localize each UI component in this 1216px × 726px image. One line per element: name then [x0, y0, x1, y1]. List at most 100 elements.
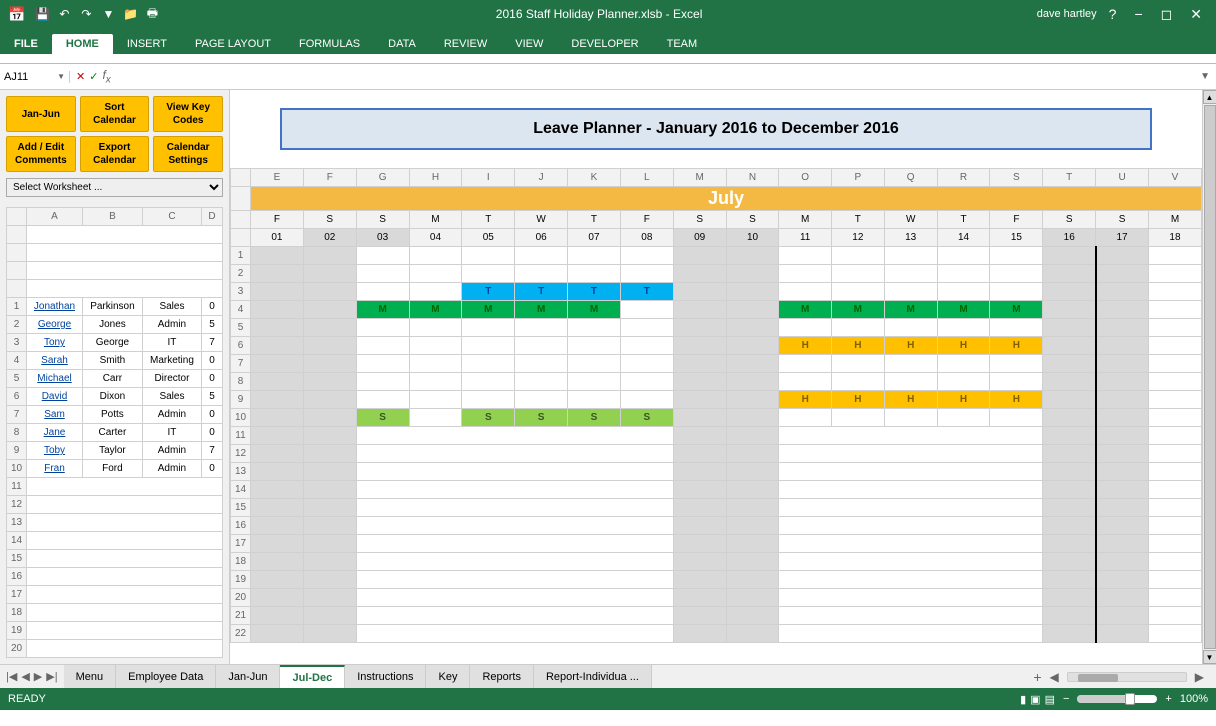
h-scrollbar-thumb[interactable]: [1078, 674, 1118, 682]
sheet-tab-reports[interactable]: Reports: [470, 665, 534, 688]
restore-button[interactable]: ◻: [1155, 4, 1179, 25]
insert-function-icon[interactable]: fx: [102, 68, 110, 85]
sheet-tabs-bar: |◀ ◀ ▶ ▶| Menu Employee Data Jan-Jun Jul…: [0, 664, 1216, 688]
ribbon-tabs: FILE HOME INSERT PAGE LAYOUT FORMULAS DA…: [0, 28, 1216, 54]
scroll-thumb[interactable]: [1204, 105, 1216, 649]
sheet-tab-key[interactable]: Key: [426, 665, 470, 688]
vertical-scrollbar[interactable]: ▲ ▼: [1202, 90, 1216, 664]
scroll-down-button[interactable]: ▼: [1203, 650, 1216, 664]
undo-icon[interactable]: ↶: [55, 5, 73, 23]
empty-row-21: 21: [231, 607, 1202, 625]
sort-calendar-button[interactable]: SortCalendar: [80, 96, 150, 132]
row-label: 5: [7, 370, 27, 388]
row-label: 15: [7, 550, 27, 568]
tab-file[interactable]: FILE: [0, 34, 52, 54]
sheet-nav-prev[interactable]: ◀: [21, 670, 29, 683]
row-label: 16: [7, 568, 27, 586]
cell-ref-dropdown[interactable]: ▼: [57, 72, 65, 81]
zoom-controls: ▮ ▣ ▤ − + 100%: [1020, 693, 1208, 706]
sheet-tab-instructions[interactable]: Instructions: [345, 665, 426, 688]
tab-insert[interactable]: INSERT: [113, 34, 181, 54]
sheet-nav-left[interactable]: |◀ ◀ ▶ ▶|: [0, 670, 64, 683]
tab-home[interactable]: HOME: [52, 34, 113, 54]
jan-jun-button[interactable]: Jan-Jun: [6, 96, 76, 132]
tab-review[interactable]: REVIEW: [430, 34, 501, 54]
row-label: 19: [7, 622, 27, 640]
tab-data[interactable]: DATA: [374, 34, 430, 54]
status-bar: READY ▮ ▣ ▤ − + 100%: [0, 688, 1216, 710]
control-panel: Jan-Jun SortCalendar View KeyCodes Add /…: [0, 90, 230, 664]
h-scrollbar-track[interactable]: [1067, 672, 1187, 682]
help-button[interactable]: ?: [1103, 4, 1123, 24]
redo-icon[interactable]: ↷: [77, 5, 95, 23]
add-edit-comments-button[interactable]: Add / EditComments: [6, 136, 76, 172]
row-label: 17: [7, 586, 27, 604]
calendar-title: Leave Planner - January 2016 to December…: [280, 108, 1152, 150]
employee-row-7: 7: [231, 355, 1202, 373]
tab-page-layout[interactable]: PAGE LAYOUT: [181, 34, 285, 54]
scroll-up-button[interactable]: ▲: [1203, 90, 1216, 104]
empty-row-16: 16: [231, 517, 1202, 535]
zoom-level: 100%: [1180, 693, 1208, 705]
h-scroll-right[interactable]: ▶: [1191, 670, 1208, 684]
page-break-icon[interactable]: ▤: [1045, 693, 1055, 706]
tab-view[interactable]: VIEW: [501, 34, 557, 54]
empty-row-20: 20: [231, 589, 1202, 607]
select-worksheet[interactable]: Select Worksheet ... Employee Data Jan-J…: [6, 178, 223, 197]
normal-view-icon[interactable]: ▮: [1020, 693, 1026, 706]
calendar-settings-button[interactable]: CalendarSettings: [153, 136, 223, 172]
formula-expand-icon[interactable]: ▼: [1194, 71, 1216, 82]
col-D-header: D: [202, 208, 223, 226]
zoom-slider-fill: [1077, 695, 1127, 703]
row-label: 14: [7, 532, 27, 550]
employee-row-6: 6 H H H H H: [231, 337, 1202, 355]
row-label: 10: [7, 460, 27, 478]
view-key-codes-button[interactable]: View KeyCodes: [153, 96, 223, 132]
row-label: 18: [7, 604, 27, 622]
page-layout-icon[interactable]: ▣: [1030, 693, 1040, 706]
employee-row-5: 5: [231, 319, 1202, 337]
col-A-header: A: [27, 208, 83, 226]
add-sheet-button[interactable]: +: [1033, 669, 1041, 685]
employee-row-3: 3 T T T T: [231, 283, 1202, 301]
cell-reference[interactable]: AJ11 ▼: [0, 71, 70, 83]
qa-more-icon[interactable]: ▼: [99, 5, 117, 23]
employee-row-2: 2: [231, 265, 1202, 283]
cancel-formula-icon[interactable]: ✕: [76, 70, 85, 83]
formula-input[interactable]: [117, 71, 1194, 83]
sheet-nav-first[interactable]: |◀: [6, 670, 17, 683]
empty-row-19: 19: [231, 571, 1202, 589]
tab-developer[interactable]: DEVELOPER: [557, 34, 652, 54]
sheet-tab-jan-jun[interactable]: Jan-Jun: [216, 665, 280, 688]
open-folder-icon[interactable]: 📁: [121, 5, 139, 23]
export-calendar-button[interactable]: ExportCalendar: [80, 136, 150, 172]
sheet-nav-next[interactable]: ▶: [34, 670, 42, 683]
sheet-tab-report-individual[interactable]: Report-Individua ...: [534, 665, 652, 688]
formula-icons: ✕ ✓ fx: [70, 68, 117, 85]
sheet-tab-employee-data[interactable]: Employee Data: [116, 665, 216, 688]
zoom-slider-track[interactable]: [1077, 695, 1157, 703]
sheet-tab-menu[interactable]: Menu: [64, 665, 117, 688]
row-label: [7, 244, 27, 262]
row-label: 3: [7, 334, 27, 352]
sheet-scroll-controls: + ◀ ▶: [652, 669, 1216, 685]
calendar-grid: E F G H I J K L M N O P Q R S T U: [230, 168, 1202, 643]
sheet-nav-last[interactable]: ▶|: [46, 670, 57, 683]
row-label: 2: [7, 316, 27, 334]
minimize-button[interactable]: −: [1128, 4, 1148, 24]
row-num-header: [7, 208, 27, 226]
row-label: 11: [7, 478, 27, 496]
grid-scroll[interactable]: E F G H I J K L M N O P Q R S T U: [230, 168, 1202, 664]
save-icon[interactable]: 💾: [33, 5, 51, 23]
print-icon[interactable]: 🖶: [143, 5, 161, 23]
h-scroll-left[interactable]: ◀: [1046, 670, 1063, 684]
zoom-out-button[interactable]: −: [1059, 693, 1073, 705]
zoom-slider-thumb[interactable]: [1125, 693, 1135, 705]
sheet-tab-jul-dec[interactable]: Jul-Dec: [280, 665, 345, 688]
close-button[interactable]: ✕: [1184, 4, 1208, 25]
ribbon-content: [0, 54, 1216, 64]
tab-formulas[interactable]: FORMULAS: [285, 34, 374, 54]
confirm-formula-icon[interactable]: ✓: [89, 70, 98, 83]
tab-team[interactable]: TEAM: [653, 34, 712, 54]
zoom-in-button[interactable]: +: [1161, 693, 1175, 705]
